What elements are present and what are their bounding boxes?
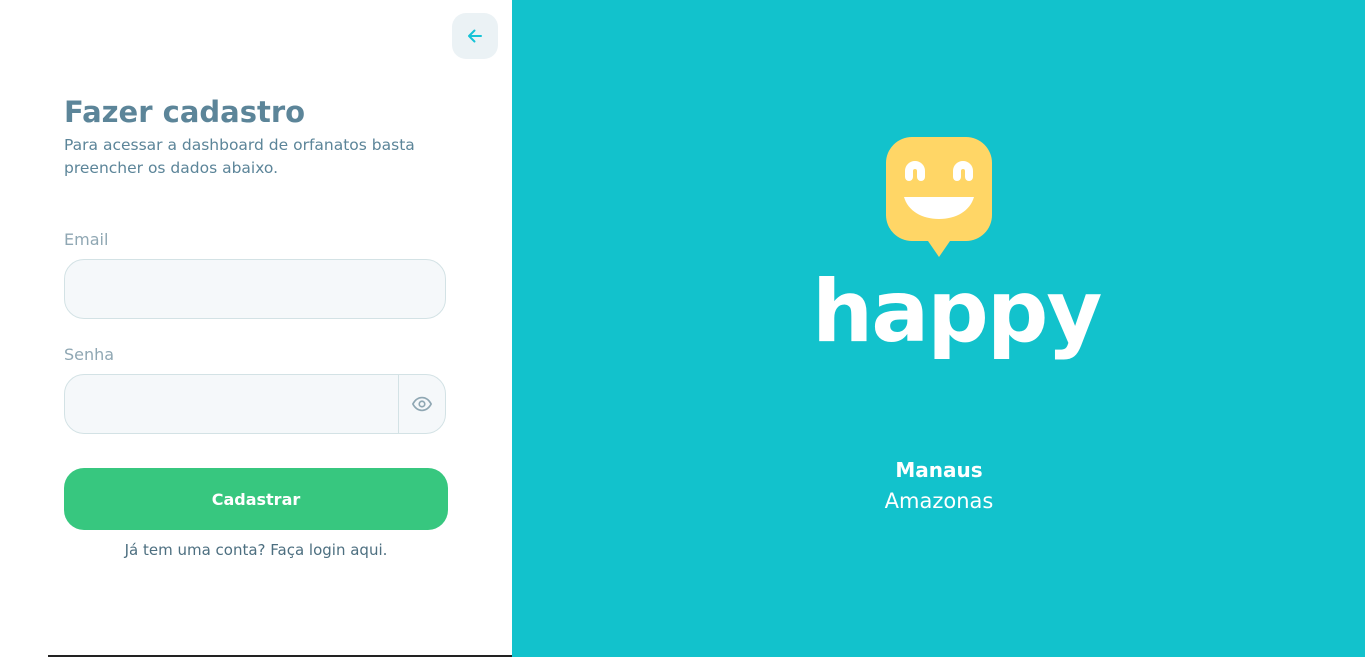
back-button[interactable] xyxy=(452,13,498,59)
email-field-wrapper xyxy=(64,259,446,319)
state-label: Amazonas xyxy=(884,489,994,513)
password-label: Senha xyxy=(64,345,115,364)
city-label: Manaus xyxy=(895,458,983,482)
brand-name: happy xyxy=(812,262,1102,362)
signup-button[interactable]: Cadastrar xyxy=(64,468,448,530)
toggle-password-button[interactable] xyxy=(398,375,445,433)
password-field-wrapper xyxy=(64,374,446,434)
signup-page: Fazer cadastro Para acessar a dashboard … xyxy=(0,0,1365,657)
page-title: Fazer cadastro xyxy=(64,95,306,129)
password-field[interactable] xyxy=(65,375,401,433)
arrow-left-icon xyxy=(468,29,482,43)
email-field[interactable] xyxy=(65,260,445,318)
page-subtitle: Para acessar a dashboard de orfanatos ba… xyxy=(64,136,415,177)
login-link[interactable]: Já tem uma conta? Faça login aqui. xyxy=(64,540,448,560)
email-label: Email xyxy=(64,230,109,249)
eye-icon xyxy=(412,396,432,412)
smiley-chat-bubble-icon xyxy=(886,137,992,257)
signup-panel: Fazer cadastro Para acessar a dashboard … xyxy=(0,0,512,657)
brand-panel: happy Manaus Amazonas xyxy=(512,0,1365,657)
